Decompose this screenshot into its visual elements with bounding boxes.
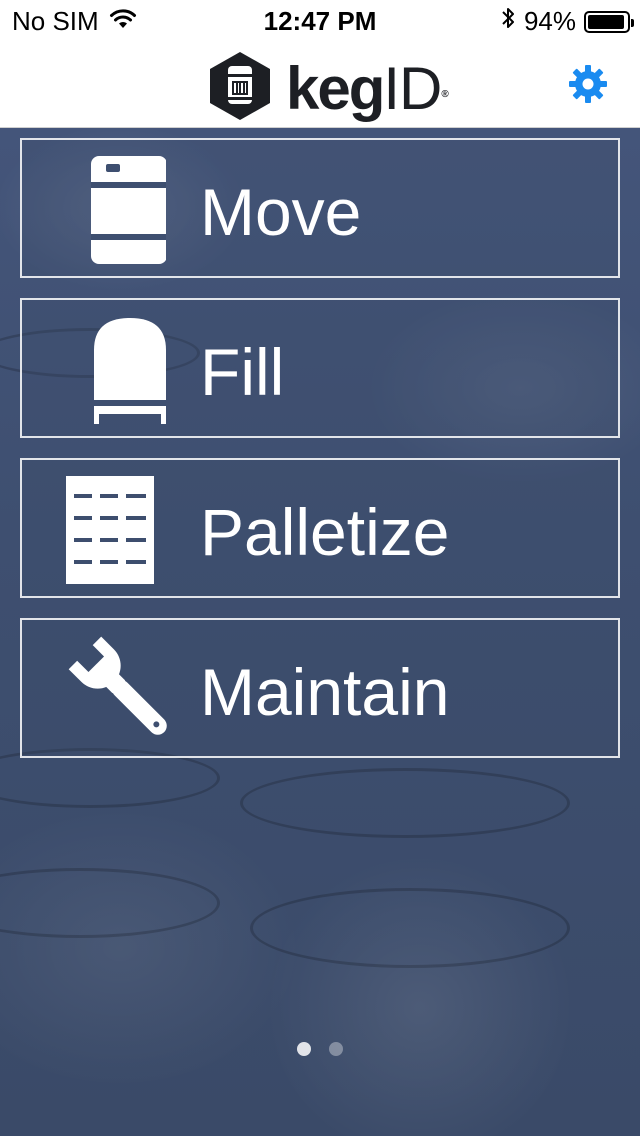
status-right: 94% (500, 6, 634, 37)
palletize-button[interactable]: Palletize (20, 458, 620, 598)
app-screen: No SIM 12:47 PM 94% kegID® Move Fill Pal… (0, 0, 640, 1136)
battery-percent: 94% (523, 6, 576, 36)
logo-text-keg: keg (286, 54, 385, 122)
status-bar: No SIM 12:47 PM 94% (0, 0, 640, 40)
battery-level-fill (588, 14, 624, 29)
page-indicator (0, 1042, 640, 1056)
maintain-button[interactable]: Maintain (20, 618, 620, 758)
maintain-label: Maintain (200, 655, 450, 729)
registered-mark: ® (441, 88, 449, 100)
logo-wordmark: kegID® (286, 58, 449, 119)
fill-button[interactable]: Fill (20, 298, 620, 438)
logo-text-id: ID (383, 54, 442, 122)
logo-hexagon-icon (204, 50, 276, 127)
battery-icon (584, 10, 634, 33)
kegid-logo: kegID® (204, 50, 449, 127)
battery-tip (631, 18, 634, 27)
nav-bar: kegID® (0, 40, 640, 128)
page-dot[interactable] (329, 1042, 343, 1056)
fill-keg-icon (66, 314, 166, 425)
bluetooth-icon (500, 6, 516, 37)
page-dot[interactable] (297, 1042, 311, 1056)
settings-button[interactable] (568, 64, 608, 104)
palletize-label: Palletize (200, 495, 450, 569)
keg-icon (66, 154, 167, 264)
wrench-icon (66, 634, 167, 744)
pallet-icon (66, 474, 166, 584)
move-button[interactable]: Move (20, 138, 620, 278)
move-label: Move (200, 175, 362, 249)
gear-icon (568, 65, 608, 108)
fill-label: Fill (200, 335, 285, 409)
